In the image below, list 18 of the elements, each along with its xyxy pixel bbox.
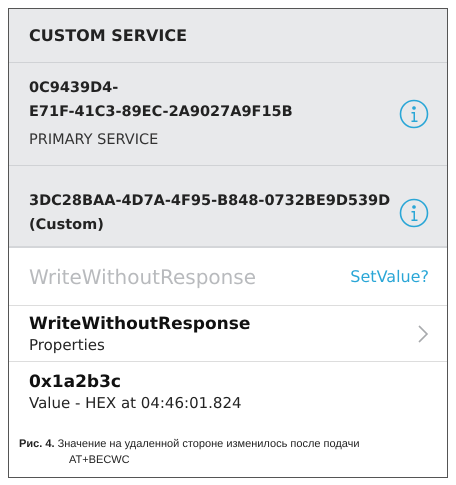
uuid-text: 0C9439D4- — [29, 79, 120, 98]
chevron-icon — [417, 324, 429, 344]
figure-caption: Рис. 4. Значение на удаленной стороне изменилось после подачи AT+BECWC — [18, 437, 361, 468]
service-type: PRIMARY SERVICE — [29, 131, 160, 150]
info-icon[interactable] — [399, 99, 429, 129]
property-label: WriteWithoutResponse — [29, 264, 256, 290]
uuid-text: 3DC28BAA-4D7A-4F95-B848-0732BE9D539D — [29, 192, 390, 211]
property-subtitle: Properties — [29, 334, 106, 354]
service-row[interactable]: 3DC28BAA-4D7A-4F95-B848-0732BE9D539D (Custom) — [9, 166, 447, 246]
value-text: 0x1a2b3c — [29, 371, 122, 393]
properties-row[interactable]: WriteWithoutResponse Properties — [9, 306, 447, 362]
service-row[interactable]: 0C9439D4- E71F-41C3-89EC-2A9027A9F15B PRIMARY SERVICE — [9, 63, 447, 166]
section-title: CUSTOM SERVICE — [29, 24, 188, 46]
value-subtitle: Value - HEX at 04:46:01.824 — [29, 393, 243, 413]
property-name: WriteWithoutResponse — [29, 312, 250, 334]
uuid-text: (Custom) — [29, 216, 105, 235]
info-icon[interactable] — [399, 198, 429, 228]
uuid-text: E71F-41C3-89EC-2A9027A9F15B — [29, 103, 293, 122]
